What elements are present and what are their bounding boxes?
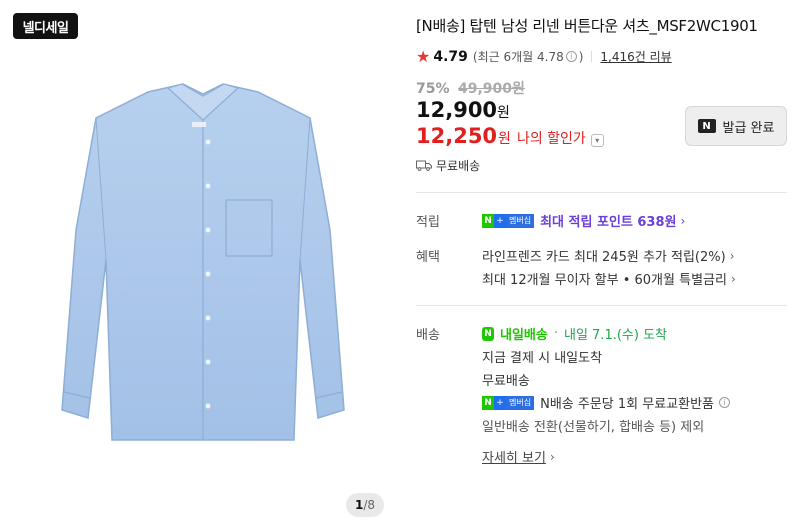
original-price: 49,900원 <box>457 81 525 97</box>
membership-text: 멤버십 <box>506 213 535 228</box>
benefit-card-row[interactable]: 라인프렌즈 카드 최대 245원 추가 적립(2%) › <box>482 246 735 266</box>
sale-badge: 넬디세일 <box>13 13 78 39</box>
exchange-text: N배송 주문당 1회 무료교환반품 <box>540 397 715 412</box>
naver-membership-badge: N + 멤버십 <box>482 213 535 228</box>
product-image[interactable] <box>48 80 358 450</box>
coupon-issue-label: 발급 완료 <box>722 120 775 136</box>
sale-price-unit: 원 <box>497 105 510 121</box>
review-link[interactable]: 1,416건 리뷰 <box>600 48 671 65</box>
points-label: 적립 <box>416 215 440 230</box>
delivery-free: 무료배송 <box>482 374 530 389</box>
truck-icon <box>416 160 432 171</box>
more-link-label: 자세히 보기 <box>482 451 546 466</box>
my-price-unit: 원 <box>498 131 511 147</box>
delivery-line: 지금 결제 시 내일도착 <box>482 351 603 366</box>
star-icon: ★ <box>416 47 431 66</box>
separator-dot: · <box>553 326 558 341</box>
page-current: 1 <box>354 498 364 512</box>
my-price-label: 나의 할인가 <box>516 131 586 147</box>
discount-rate: 75% <box>416 81 450 97</box>
sale-price: 12,900원 <box>416 98 510 122</box>
delivery-exclusion: 일반배송 전환(선물하기, 합배송 등) 제외 <box>482 420 705 435</box>
chevron-right-icon: › <box>680 213 686 228</box>
free-shipping: 무료배송 <box>416 157 480 174</box>
info-icon[interactable]: i <box>719 397 731 408</box>
naver-membership-badge: N + 멤버십 <box>482 395 535 410</box>
sale-price-value: 12,900 <box>416 98 498 122</box>
naver-n-icon: N <box>697 119 716 133</box>
product-title: [N배송] 탑텐 남성 리넨 버튼다운 셔츠_MSF2WC1901 <box>416 17 758 35</box>
product-info: [N배송] 탑텐 남성 리넨 버튼다운 셔츠_MSF2WC1901 ★ 4.79… <box>416 0 788 531</box>
membership-text: 멤버십 <box>506 395 535 410</box>
chevron-down-icon[interactable]: ▾ <box>590 134 604 147</box>
rating-row: ★ 4.79 (최근 6개월 4.78 i ) 1,416건 리뷰 <box>416 47 672 66</box>
delivery-more-link[interactable]: 자세히 보기 › <box>482 447 555 467</box>
points-row[interactable]: N + 멤버십 최대 적립 포인트 638원 › <box>482 211 685 230</box>
my-price-value: 12,250 <box>416 124 498 148</box>
tomorrow-delivery-icon: N <box>482 326 494 341</box>
membership-n: N <box>482 395 494 410</box>
membership-plus: + <box>494 395 506 410</box>
rating-score: 4.79 <box>433 48 468 65</box>
info-icon[interactable]: i <box>565 51 577 62</box>
benefit-installment-row[interactable]: 최대 12개월 무이자 할부 • 60개월 특별금리 › <box>482 269 736 289</box>
tomorrow-delivery-label: 내일배송 <box>500 328 548 343</box>
section-divider <box>416 192 787 193</box>
membership-n: N <box>482 213 494 228</box>
arrival-date: 내일 7.1.(수) 도착 <box>563 328 667 343</box>
free-shipping-label: 무료배송 <box>436 159 481 173</box>
membership-plus: + <box>494 213 506 228</box>
image-page-indicator: 1/8 <box>346 493 384 517</box>
page-total: /8 <box>363 498 376 512</box>
chevron-right-icon: › <box>729 248 735 263</box>
discount-row: 75% 49,900원 <box>416 78 525 98</box>
benefit-card-text: 라인프렌즈 카드 최대 245원 추가 적립(2%) <box>482 250 726 265</box>
delivery-tomorrow-row: N 내일배송 · 내일 7.1.(수) 도착 <box>482 324 667 343</box>
delivery-exchange-row: N + 멤버십 N배송 주문당 1회 무료교환반품 i <box>482 393 732 412</box>
benefits-label: 혜택 <box>416 250 440 265</box>
product-gallery[interactable]: 넬디세일 1/8 <box>0 0 400 531</box>
recent-rating-close: ) <box>578 49 584 64</box>
tomorrow-n: N <box>482 326 494 341</box>
delivery-label: 배송 <box>416 328 440 343</box>
my-price[interactable]: 12,250 원 나의 할인가 ▾ <box>416 124 604 148</box>
coupon-issue-button[interactable]: N 발급 완료 <box>685 106 787 146</box>
divider <box>591 51 593 62</box>
section-divider <box>416 305 787 306</box>
chevron-right-icon: › <box>730 271 736 286</box>
chevron-right-icon: › <box>549 449 555 464</box>
points-text: 최대 적립 포인트 638원 <box>540 215 677 230</box>
benefit-installment-text: 최대 12개월 무이자 할부 • 60개월 특별금리 <box>482 273 727 288</box>
recent-rating: (최근 6개월 4.78 <box>472 50 564 64</box>
